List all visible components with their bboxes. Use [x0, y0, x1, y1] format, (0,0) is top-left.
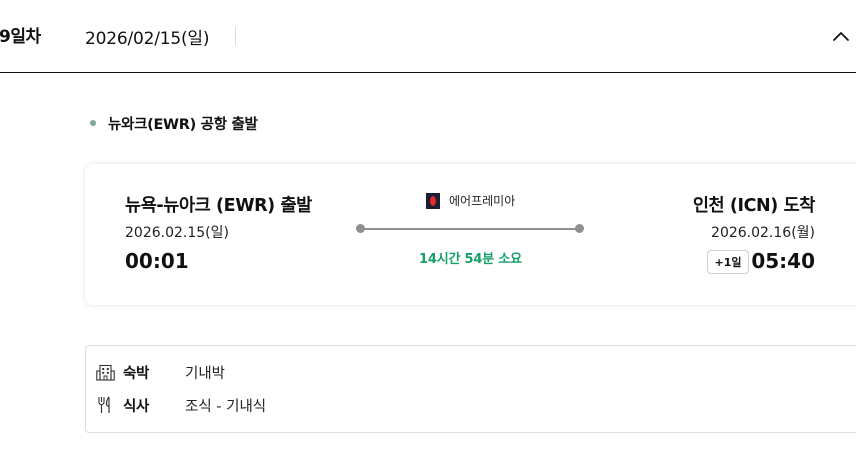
- bullet-dot-icon: [90, 120, 96, 126]
- route-end-dot-icon: [575, 224, 584, 233]
- info-box: 숙박 기내박 식사 조식 - 기내식: [85, 345, 856, 433]
- day-label: 9일차: [0, 27, 41, 47]
- route-bar: [360, 228, 580, 230]
- lodging-label: 숙박: [123, 365, 150, 382]
- flight-duration: 14시간 54분 소요: [419, 252, 522, 267]
- collapse-button[interactable]: [826, 22, 856, 50]
- meal-value: 조식 - 기내식: [185, 398, 267, 415]
- departure-time: 00:01: [125, 249, 189, 273]
- lodging-row: 숙박 기내박: [95, 361, 225, 383]
- route-start-dot-icon: [356, 224, 365, 233]
- departure-date: 2026.02.15(일): [125, 225, 229, 241]
- day-date: 2026/02/15(일): [85, 29, 210, 49]
- arrival-title: 인천 (ICN) 도착: [692, 196, 816, 216]
- airline: 에어프레미아: [426, 192, 515, 209]
- air-premia-logo-icon: [426, 192, 440, 209]
- fork-knife-icon: [95, 395, 115, 415]
- flight-card: 뉴욕-뉴아크 (EWR) 출발 2026.02.15(일) 00:01 에어프레…: [85, 164, 856, 305]
- divider: [235, 27, 236, 45]
- meal-label: 식사: [123, 398, 150, 415]
- lodging-value: 기내박: [185, 365, 226, 382]
- section-title: 뉴와크(EWR) 공항 출발: [90, 112, 258, 134]
- route-line: [356, 224, 584, 234]
- arrival-time: 05:40: [751, 249, 815, 273]
- departure-title: 뉴욕-뉴아크 (EWR) 출발: [125, 196, 312, 216]
- day-header[interactable]: 9일차 2026/02/15(일): [0, 0, 856, 73]
- chevron-up-icon: [833, 32, 849, 41]
- section-title-text: 뉴와크(EWR) 공항 출발: [108, 116, 258, 133]
- hotel-building-icon: [95, 362, 115, 382]
- airline-name: 에어프레미아: [449, 194, 516, 208]
- arrival-date: 2026.02.16(월): [711, 225, 815, 241]
- next-day-badge: +1일: [707, 250, 749, 274]
- meal-row: 식사 조식 - 기내식: [95, 394, 266, 416]
- itinerary-day-page: 9일차 2026/02/15(일) 뉴와크(EWR) 공항 출발 뉴욕-뉴아크 …: [0, 0, 856, 474]
